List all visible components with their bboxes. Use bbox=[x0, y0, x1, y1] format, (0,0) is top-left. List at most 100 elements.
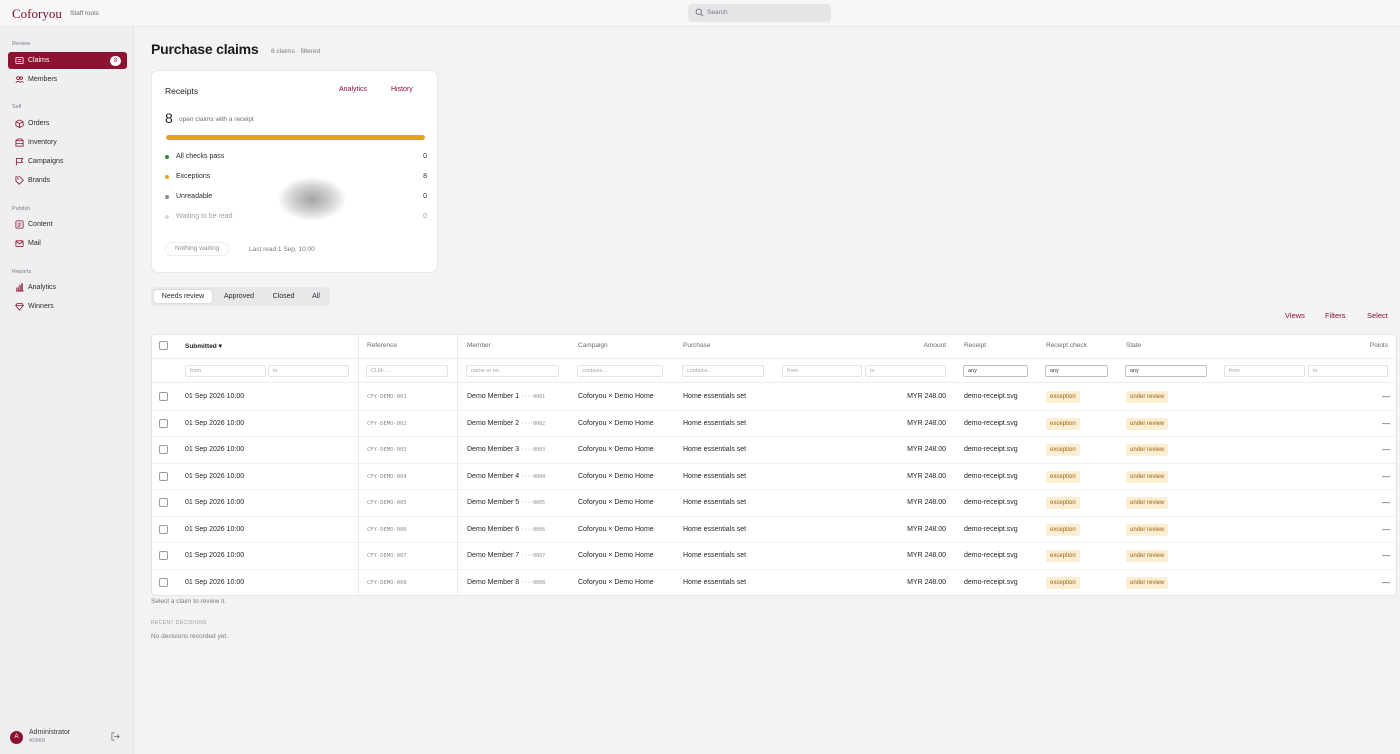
stat-value: 0 bbox=[423, 153, 427, 160]
table-row[interactable]: 01 Sep 2026 10:00 CFY-DEMO-007 Demo Member… bbox=[152, 543, 1396, 570]
points-cell: — bbox=[1382, 471, 1390, 481]
user-profile[interactable]: A Administrator ADMIN bbox=[8, 727, 128, 747]
purchase-cell: Home essentials set bbox=[683, 419, 747, 427]
table-row[interactable]: 01 Sep 2026 10:00 CFY-DEMO-002 Demo Member… bbox=[152, 411, 1396, 437]
sidebar-item-label: Mail bbox=[28, 239, 41, 247]
tab-closed[interactable]: Closed bbox=[265, 289, 302, 304]
submitted-to-filter[interactable]: to bbox=[268, 365, 349, 377]
member-cell: Demo Member 2 ····0002 bbox=[467, 420, 545, 427]
member-number: ····0005 bbox=[521, 500, 546, 506]
points-to-filter[interactable]: to bbox=[1308, 365, 1388, 377]
member-name: Demo Member 4 bbox=[467, 472, 520, 480]
receipt-check-filter[interactable]: any bbox=[1045, 365, 1108, 377]
logout-icon[interactable] bbox=[111, 732, 120, 741]
sidebar-item-orders[interactable]: Orders bbox=[8, 115, 127, 132]
receipt-filter[interactable]: any bbox=[963, 365, 1028, 377]
purchase-cell: Home essentials set bbox=[683, 552, 747, 559]
tab-all[interactable]: All bbox=[304, 289, 328, 304]
member-cell: Demo Member 1 ····0001 bbox=[467, 393, 545, 400]
column-header-receipt[interactable]: Receipt bbox=[964, 342, 986, 349]
row-checkbox[interactable] bbox=[159, 418, 168, 428]
receipt-link[interactable]: demo-receipt.svg bbox=[964, 552, 1018, 559]
member-cell: Demo Member 7 ····0007 bbox=[467, 552, 545, 559]
status-dot bbox=[165, 175, 169, 179]
row-checkbox[interactable] bbox=[159, 445, 168, 454]
member-filter[interactable]: name or no. bbox=[466, 365, 559, 377]
sidebar-item-claims[interactable]: Claims 8 bbox=[8, 52, 127, 69]
column-header-campaign[interactable]: Campaign bbox=[578, 342, 608, 349]
receipt-link[interactable]: demo-receipt.svg bbox=[964, 526, 1018, 533]
sidebar-item-content[interactable]: Content bbox=[8, 216, 127, 233]
row-checkbox[interactable] bbox=[159, 392, 168, 401]
table-row[interactable]: 01 Sep 2026 10:00 CFY-DEMO-008 Demo Member… bbox=[152, 570, 1396, 596]
tab-approved[interactable]: Approved bbox=[215, 289, 263, 304]
reference-filter[interactable]: CLM-… bbox=[366, 365, 448, 377]
receipt-link[interactable]: demo-receipt.svg bbox=[964, 420, 1018, 427]
member-number: ····0003 bbox=[521, 447, 546, 453]
member-name: Demo Member 5 bbox=[467, 499, 520, 506]
sidebar-item-winners[interactable]: Winners bbox=[8, 298, 127, 315]
row-checkbox[interactable] bbox=[159, 498, 168, 507]
inventory-icon bbox=[15, 138, 24, 147]
table-row[interactable]: 01 Sep 2026 10:00 CFY-DEMO-001 Demo Member… bbox=[152, 384, 1396, 411]
amount-from-filter[interactable]: from bbox=[782, 365, 862, 377]
table-row[interactable]: 01 Sep 2026 10:00 CFY-DEMO-006 Demo Member… bbox=[152, 517, 1396, 543]
column-header-receipt-check[interactable]: Receipt check bbox=[1046, 342, 1087, 349]
purchase-filter[interactable]: contains… bbox=[682, 365, 764, 377]
views-button[interactable]: Views bbox=[1285, 311, 1305, 320]
column-header-amount[interactable]: Amount bbox=[896, 342, 946, 349]
table-row[interactable]: 01 Sep 2026 10:00 CFY-DEMO-003 Demo Member… bbox=[152, 437, 1396, 464]
select-button[interactable]: Select bbox=[1367, 311, 1388, 320]
brand-logo[interactable]: Coforyou bbox=[12, 6, 62, 22]
row-checkbox[interactable] bbox=[159, 524, 168, 534]
receipt-link[interactable]: demo-receipt.svg bbox=[964, 499, 1018, 506]
column-header-state[interactable]: State bbox=[1126, 342, 1141, 349]
sidebar-item-analytics[interactable]: Analytics bbox=[8, 279, 127, 296]
column-header-member[interactable]: Member bbox=[467, 342, 491, 349]
receipt-link[interactable]: demo-receipt.svg bbox=[964, 446, 1018, 453]
member-number: ····0004 bbox=[521, 473, 546, 480]
status-dot bbox=[165, 155, 169, 159]
state-filter[interactable]: any bbox=[1125, 365, 1207, 377]
reference-cell: CFY-DEMO-004 bbox=[367, 473, 407, 480]
nothing-waiting-badge: Nothing waiting bbox=[165, 242, 230, 256]
stat-label: Unreadable bbox=[176, 193, 213, 200]
tag-icon bbox=[15, 176, 24, 185]
submitted-from-filter[interactable]: from bbox=[185, 365, 266, 377]
points-cell: — bbox=[1382, 392, 1390, 401]
state-badge: under review bbox=[1126, 391, 1169, 403]
sidebar-item-campaigns[interactable]: Campaigns bbox=[8, 153, 127, 170]
receipt-check-badge: exception bbox=[1046, 391, 1080, 403]
receipt-link[interactable]: demo-receipt.svg bbox=[964, 473, 1018, 480]
table-row[interactable]: 01 Sep 2026 10:00 CFY-DEMO-004 Demo Member… bbox=[152, 464, 1396, 490]
row-checkbox[interactable] bbox=[159, 471, 168, 481]
sidebar-item-members[interactable]: Members bbox=[8, 71, 127, 88]
row-checkbox[interactable] bbox=[159, 551, 168, 560]
analytics-link[interactable]: Analytics bbox=[339, 86, 367, 93]
tab-needs-review[interactable]: Needs review bbox=[153, 289, 213, 304]
sidebar-item-label: Brands bbox=[28, 176, 51, 184]
amount-to-filter[interactable]: to bbox=[865, 365, 946, 377]
state-badge: under review bbox=[1126, 576, 1169, 589]
sidebar-item-brands[interactable]: Brands bbox=[8, 172, 127, 189]
sidebar-item-inventory[interactable]: Inventory bbox=[8, 134, 127, 151]
search-input[interactable]: Search bbox=[688, 4, 831, 22]
campaign-filter[interactable]: contains… bbox=[577, 365, 663, 377]
column-header-submitted[interactable]: Submitted ▾ bbox=[185, 342, 222, 350]
submitted-cell: 01 Sep 2026 10:00 bbox=[185, 446, 245, 453]
row-checkbox[interactable] bbox=[159, 577, 168, 587]
points-from-filter[interactable]: from bbox=[1224, 365, 1305, 377]
amount-cell: MYR 248.00 bbox=[907, 525, 946, 533]
column-header-purchase[interactable]: Purchase bbox=[683, 342, 710, 349]
history-link[interactable]: History bbox=[391, 86, 413, 93]
filters-button[interactable]: Filters bbox=[1325, 311, 1345, 320]
table-row[interactable]: 01 Sep 2026 10:00 CFY-DEMO-005 Demo Member… bbox=[152, 490, 1396, 517]
sidebar-item-mail[interactable]: Mail bbox=[8, 235, 127, 252]
member-name: Demo Member 1 bbox=[467, 393, 520, 400]
receipt-link[interactable]: demo-receipt.svg bbox=[964, 393, 1018, 400]
column-header-points[interactable]: Points bbox=[1338, 342, 1388, 349]
column-header-reference[interactable]: Reference bbox=[367, 342, 397, 349]
select-all-checkbox[interactable] bbox=[159, 341, 168, 350]
sidebar-item-label: Analytics bbox=[28, 283, 57, 291]
receipt-link[interactable]: demo-receipt.svg bbox=[964, 579, 1018, 586]
